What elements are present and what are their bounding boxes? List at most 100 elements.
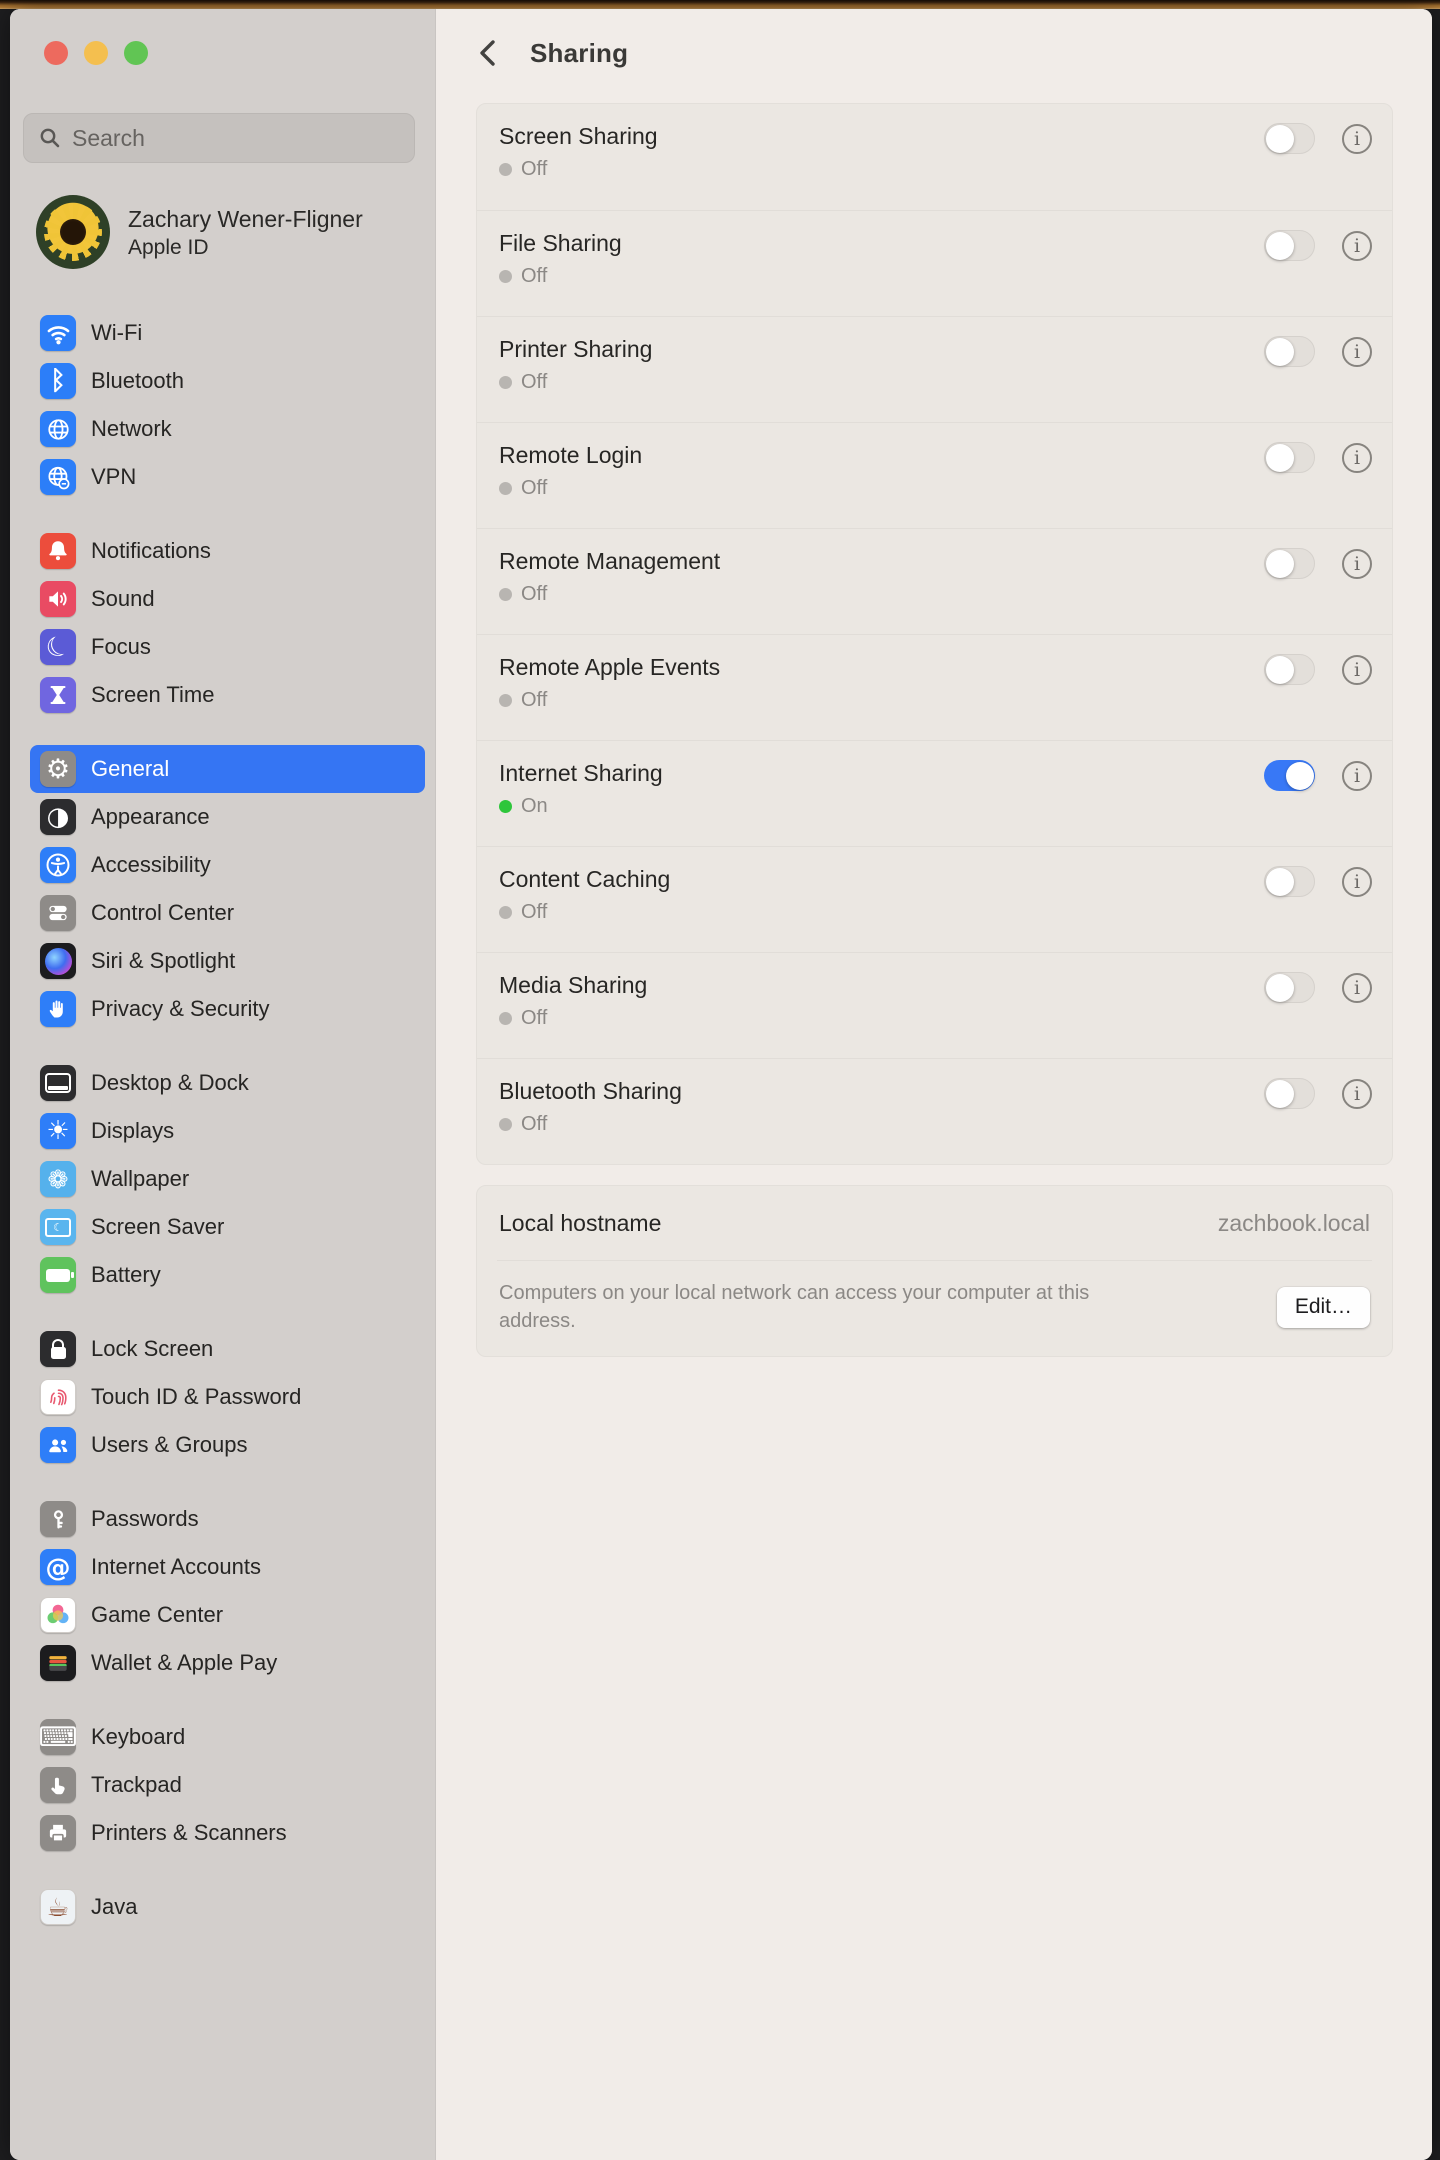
service-controls: i [1264,971,1372,1004]
toggle-knob [1266,232,1294,260]
sidebar-nav: Wi-FiᛒBluetooth Network VPN NotificationsSo… [10,309,435,1931]
close-window-button[interactable] [44,41,68,65]
sidebar-item-label: Privacy & Security [91,996,270,1022]
search-placeholder: Search [72,125,145,152]
toggle-knob [1266,868,1294,896]
service-status: Off [499,583,720,606]
info-icon[interactable]: i [1342,124,1372,154]
service-toggle[interactable] [1264,442,1315,473]
trackpad-hand-icon [40,1767,76,1803]
toggle-knob [1266,1080,1294,1108]
sidebar-item-users-groups[interactable]: Users & Groups [30,1421,425,1469]
printer-icon [40,1815,76,1851]
sidebar-item-touch-id-password[interactable]: Touch ID & Password [30,1373,425,1421]
sidebar-item-printers-scanners[interactable]: Printers & Scanners [30,1809,425,1857]
service-row-content-caching: Content CachingOffi [477,846,1392,952]
sidebar-item-network[interactable]: Network [30,405,425,453]
service-toggle[interactable] [1264,1078,1315,1109]
sidebar-item-accessibility[interactable]: Accessibility [30,841,425,889]
desktop-wallpaper-strip [0,0,1440,9]
service-title: Media Sharing [499,970,647,1001]
service-toggle[interactable] [1264,123,1315,154]
service-info: Remote LoginOff [499,440,642,528]
zoom-window-button[interactable] [124,41,148,65]
info-icon[interactable]: i [1342,549,1372,579]
keyboard-icon: ⌨ [40,1719,76,1755]
sidebar-item-label: Passwords [91,1506,199,1532]
sidebar-item-control-center[interactable]: Control Center [30,889,425,937]
service-title: Remote Login [499,440,642,471]
search-input[interactable]: Search [23,113,415,163]
info-icon[interactable]: i [1342,231,1372,261]
game-center-bubbles-icon [40,1597,76,1633]
info-icon[interactable]: i [1342,973,1372,1003]
sidebar-item-privacy-security[interactable]: Privacy & Security [30,985,425,1033]
sidebar-item-wallpaper[interactable]: ❁Wallpaper [30,1155,425,1203]
status-dot [499,270,512,283]
sidebar-item-wi-fi[interactable]: Wi-Fi [30,309,425,357]
sidebar-item-keyboard[interactable]: ⌨Keyboard [30,1713,425,1761]
sidebar-item-bluetooth[interactable]: ᛒBluetooth [30,357,425,405]
info-icon[interactable]: i [1342,655,1372,685]
info-icon[interactable]: i [1342,867,1372,897]
service-info: Internet SharingOn [499,758,663,846]
sidebar-item-sound[interactable]: Sound [30,575,425,623]
half-circle-icon: ◑ [40,799,76,835]
sidebar-item-appearance[interactable]: ◑Appearance [30,793,425,841]
service-row-bluetooth-sharing: Bluetooth SharingOffi [477,1058,1392,1164]
wallet-icon [40,1645,76,1681]
sidebar-item-screen-time[interactable]: Screen Time [30,671,425,719]
edit-hostname-button[interactable]: Edit… [1277,1287,1370,1328]
service-toggle[interactable] [1264,336,1315,367]
info-icon[interactable]: i [1342,1079,1372,1109]
sidebar-item-desktop-dock[interactable]: Desktop & Dock [30,1059,425,1107]
service-controls: i [1264,122,1372,155]
service-controls: i [1264,441,1372,474]
sidebar-item-internet-accounts[interactable]: @Internet Accounts [30,1543,425,1591]
sidebar-item-game-center[interactable]: Game Center [30,1591,425,1639]
sidebar-item-battery[interactable]: Battery [30,1251,425,1299]
info-icon[interactable]: i [1342,761,1372,791]
service-toggle[interactable] [1264,230,1315,261]
sidebar-item-trackpad[interactable]: Trackpad [30,1761,425,1809]
sidebar-item-label: Touch ID & Password [91,1384,301,1410]
service-toggle[interactable] [1264,972,1315,1003]
back-button[interactable] [476,37,500,69]
sidebar-item-general[interactable]: ⚙General [30,745,425,793]
service-row-printer-sharing: Printer SharingOffi [477,316,1392,422]
service-info: Remote Apple EventsOff [499,652,720,740]
sidebar-item-passwords[interactable]: Passwords [30,1495,425,1543]
service-controls: i [1264,1077,1372,1110]
hostname-value: zachbook.local [1218,1210,1370,1237]
sidebar-item-label: Network [91,416,172,442]
sidebar-item-displays[interactable]: ☀ Displays [30,1107,425,1155]
info-icon[interactable]: i [1342,443,1372,473]
sidebar-item-lock-screen[interactable]: Lock Screen [30,1325,425,1373]
sidebar-item-vpn[interactable]: VPN [30,453,425,501]
sidebar-item-wallet-apple-pay[interactable]: Wallet & Apple Pay [30,1639,425,1687]
profile-subtitle: Apple ID [128,234,363,261]
sun-icon: ☀ [40,1113,76,1149]
dock-icon [40,1065,76,1101]
sidebar-item-label: VPN [91,464,136,490]
hand-icon [40,991,76,1027]
sidebar-item-java[interactable]: ☕Java [30,1883,425,1931]
sidebar-item-notifications[interactable]: Notifications [30,527,425,575]
sidebar-item-focus[interactable]: ☾Focus [30,623,425,671]
service-toggle[interactable] [1264,548,1315,579]
java-coffee-icon: ☕ [40,1889,76,1925]
nav-group-gap [10,719,435,745]
nav-group-gap [10,1857,435,1883]
sidebar-item-siri-spotlight[interactable]: Siri & Spotlight [30,937,425,985]
service-toggle[interactable] [1264,654,1315,685]
info-icon[interactable]: i [1342,337,1372,367]
sidebar-item-label: Displays [91,1118,174,1144]
service-info: Remote Management Off [499,546,720,634]
minimize-window-button[interactable] [84,41,108,65]
service-title: Remote Management [499,546,720,577]
service-toggle[interactable] [1264,866,1315,897]
status-dot [499,906,512,919]
service-toggle[interactable] [1264,760,1315,791]
sidebar-item-screen-saver[interactable]: ☾Screen Saver [30,1203,425,1251]
apple-id-profile[interactable]: Zachary Wener-Fligner Apple ID [36,195,416,269]
